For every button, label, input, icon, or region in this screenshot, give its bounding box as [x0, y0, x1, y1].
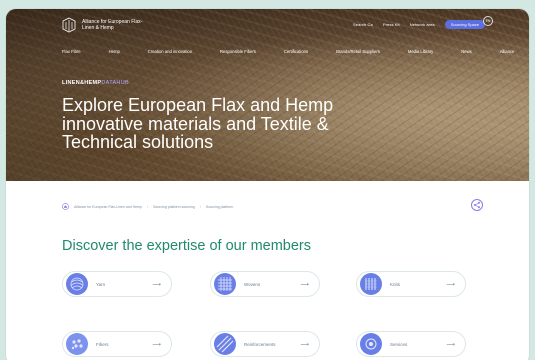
category-card-services[interactable]: Services ⟶	[356, 331, 466, 357]
reinforcements-icon	[214, 333, 236, 355]
knits-icon	[360, 273, 382, 295]
yarn-icon	[66, 273, 88, 295]
arrow-right-icon: ⟶	[300, 341, 309, 348]
category-card-reinforcements[interactable]: Reinforcements ⟶	[210, 331, 320, 357]
sourcing-space-button[interactable]: Sourcing Space	[444, 20, 485, 29]
site-logo[interactable]: Alliance for European Flax-Linen & Hemp	[62, 17, 152, 33]
util-link-press[interactable]: Press Kit	[383, 22, 400, 27]
nav-item-media[interactable]: Media Library	[408, 49, 433, 54]
home-icon[interactable]	[62, 203, 69, 210]
category-card-knits[interactable]: Knits ⟶	[356, 271, 466, 297]
language-switcher[interactable]: EN	[483, 16, 493, 26]
nav-item-brands[interactable]: Brands/Retail Suppliers	[336, 49, 380, 54]
category-card-yarn[interactable]: Yarn ⟶	[62, 271, 172, 297]
card-label: Wovens	[244, 281, 261, 287]
nav-item-news[interactable]: News	[461, 49, 471, 54]
card-label: Yarn	[96, 281, 106, 287]
breadcrumb: Alliance for European Flax-Linen and Hem…	[62, 203, 233, 210]
services-icon	[360, 333, 382, 355]
utility-bar: Search Ca Press Kit Network area Sourcin…	[353, 20, 485, 29]
nav-item-responsible[interactable]: Responsible Fibers	[220, 49, 256, 54]
section-title: Discover the expertise of our members	[62, 238, 312, 254]
hero-eyebrow: LINEN&HEMPDATAHUB	[62, 80, 129, 86]
arrow-right-icon: ⟶	[152, 281, 161, 288]
share-icon	[474, 201, 480, 209]
category-card-wovens[interactable]: Wovens ⟶	[210, 271, 320, 297]
arrow-right-icon: ⟶	[446, 281, 455, 288]
nav-item-certifications[interactable]: Certifications	[284, 49, 308, 54]
nav-item-flax-fibre[interactable]: Flax Fibre	[62, 49, 81, 54]
arrow-right-icon: ⟶	[446, 341, 455, 348]
main-nav: Flax Fibre Hemp Creation and innovation …	[62, 49, 529, 54]
wovens-icon	[214, 273, 236, 295]
arrow-right-icon: ⟶	[152, 341, 161, 348]
breadcrumb-separator: ›	[146, 204, 149, 209]
breadcrumb-current: Sourcing platform	[205, 204, 234, 209]
card-label: Knits	[390, 281, 401, 287]
category-card-fibers[interactable]: Fibers ⟶	[62, 331, 172, 357]
fibers-icon	[66, 333, 88, 355]
util-link-search[interactable]: Search Ca	[353, 22, 373, 27]
card-label: Reinforcements	[244, 341, 276, 347]
browser-frame: Alliance for European Flax-Linen & Hemp …	[6, 9, 529, 360]
hero-title: Explore European Flax and Hemp innovativ…	[62, 95, 334, 152]
eyebrow-main: LINEN&HEMP	[62, 80, 102, 86]
breadcrumb-item[interactable]: Sourcing platform sourcing	[153, 205, 195, 209]
card-label: Services	[390, 341, 408, 347]
breadcrumb-item[interactable]: Alliance for European Flax-Linen and Hem…	[74, 205, 142, 209]
nav-item-creation[interactable]: Creation and innovation	[148, 49, 192, 54]
eyebrow-accent: DATAHUB	[101, 80, 129, 86]
nav-item-hemp[interactable]: Hemp	[109, 49, 120, 54]
logo-text: Alliance for European Flax-Linen & Hemp	[82, 19, 143, 31]
nav-item-alliance[interactable]: Alliance	[500, 49, 515, 54]
card-label: Fibers	[96, 341, 109, 347]
share-button[interactable]	[471, 199, 483, 211]
breadcrumb-separator: ›	[199, 204, 201, 209]
arrow-right-icon: ⟶	[300, 281, 309, 288]
logo-mark-icon	[62, 17, 76, 33]
util-link-network[interactable]: Network area	[410, 22, 435, 27]
